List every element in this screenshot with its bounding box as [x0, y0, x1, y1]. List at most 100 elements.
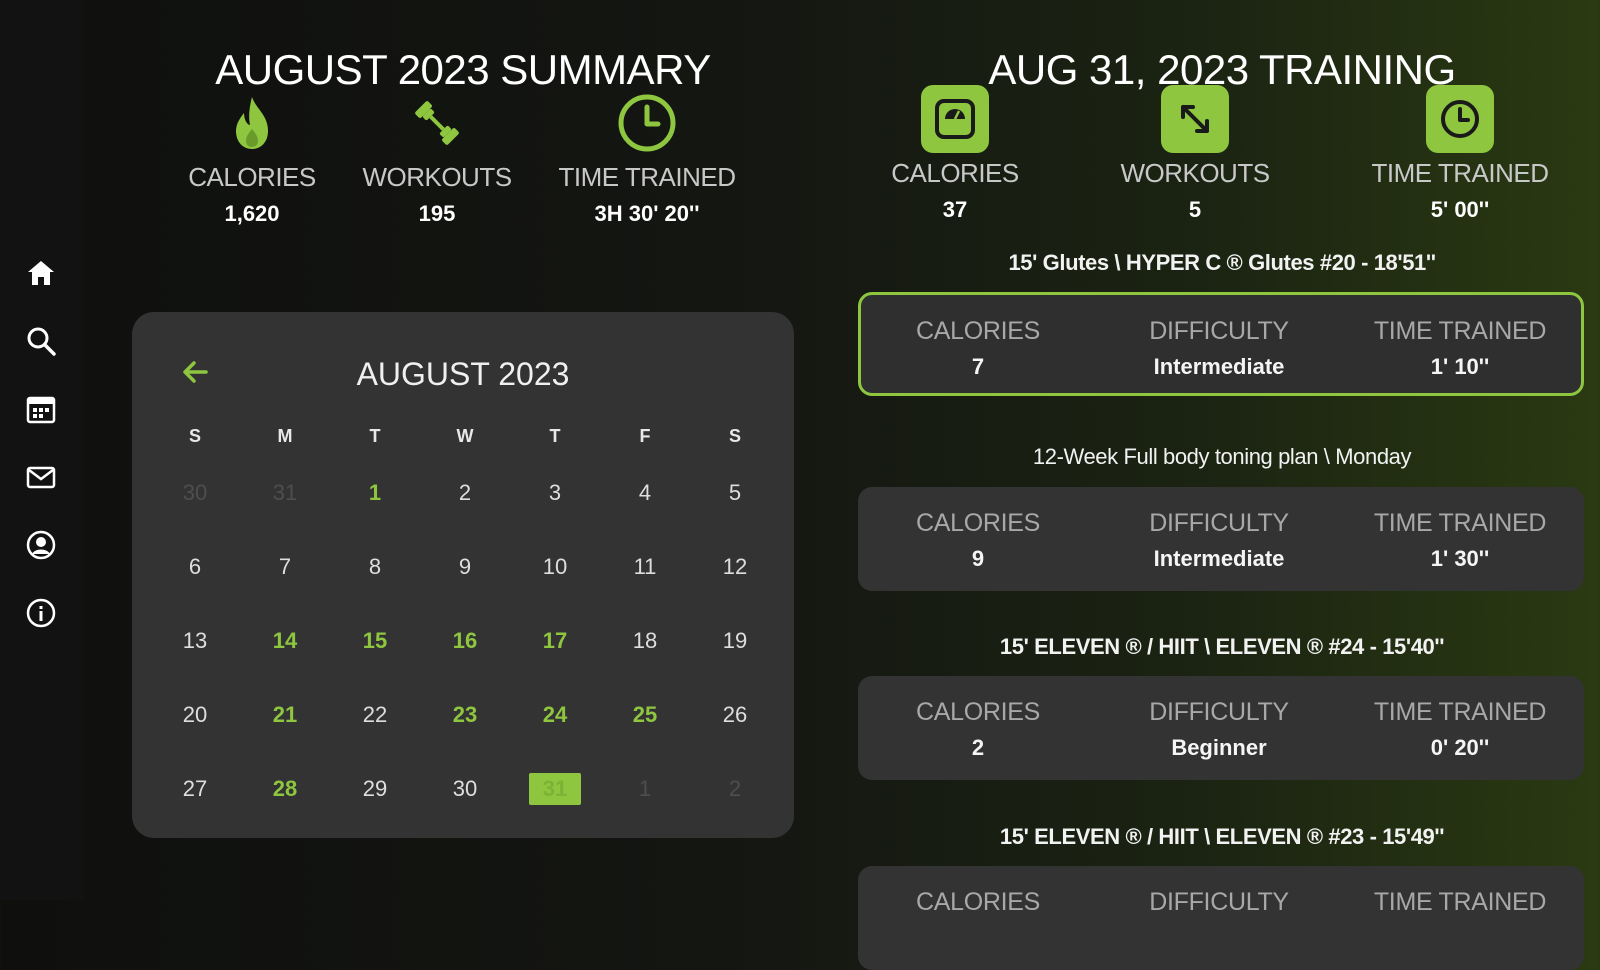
calendar-day-number: 14	[272, 628, 298, 653]
sidebar	[0, 0, 84, 900]
calendar-day-number: 28	[272, 776, 298, 801]
calendar-day[interactable]: 22	[330, 678, 420, 752]
session-card[interactable]: CALORIES DIFFICULTY TIME TRAINED	[858, 866, 1584, 970]
calendar-day[interactable]: 30	[420, 752, 510, 826]
calendar-day-number: 1	[638, 776, 652, 801]
calendar-day-number: 22	[362, 702, 388, 727]
calendar-day-selected[interactable]: 31	[510, 752, 600, 826]
calendar-day[interactable]: 28	[240, 752, 330, 826]
sidebar-item-search[interactable]	[22, 322, 60, 360]
session-difficulty-label: DIFFICULTY	[1149, 317, 1289, 345]
calendar-day[interactable]: 17	[510, 604, 600, 678]
session-difficulty: DIFFICULTY Intermediate	[1099, 509, 1339, 572]
calendar-month-label: AUGUST 2023	[356, 356, 570, 392]
calendar-day[interactable]: 21	[240, 678, 330, 752]
flame-icon	[236, 97, 268, 149]
session-calories-value: 2	[971, 735, 985, 760]
calendar-day-number: 27	[182, 776, 208, 801]
sidebar-item-calendar[interactable]	[22, 390, 60, 428]
weekday-label: T	[549, 425, 561, 446]
calendar-day[interactable]: 4	[600, 456, 690, 530]
calendar-day[interactable]: 1	[330, 456, 420, 530]
stat-value: 5' 00''	[1430, 197, 1490, 222]
calendar-day[interactable]: 27	[150, 752, 240, 826]
calendar-day-number: 8	[368, 554, 382, 579]
session-time-label: TIME TRAINED	[1373, 888, 1547, 916]
weekday-label: F	[639, 425, 651, 446]
calendar-day[interactable]: 12	[690, 530, 780, 604]
session-calories: CALORIES 7	[858, 317, 1098, 380]
stat-label: WORKOUTS	[362, 162, 512, 192]
session-time: TIME TRAINED 1' 10''	[1340, 317, 1580, 380]
calendar-day[interactable]: 25	[600, 678, 690, 752]
session-card[interactable]: CALORIES 7 DIFFICULTY Intermediate TIME …	[858, 292, 1584, 396]
session-title: 15' ELEVEN ® / HIIT \ ELEVEN ® #24 - 15'…	[999, 634, 1445, 659]
stat-label: CALORIES	[188, 162, 316, 192]
calendar-day[interactable]: 20	[150, 678, 240, 752]
calendar-day[interactable]: 6	[150, 530, 240, 604]
stat-value: 1,620	[224, 201, 280, 226]
calendar-day-number: 20	[182, 702, 208, 727]
session-difficulty-value: Intermediate	[1153, 354, 1285, 379]
calendar-day-number: 6	[188, 554, 202, 579]
calendar-day-number: 17	[542, 628, 568, 653]
calendar-day[interactable]: 5	[690, 456, 780, 530]
calendar-day-number: 9	[458, 554, 472, 579]
calendar-day[interactable]: 29	[330, 752, 420, 826]
stat-value: 3H 30' 20''	[594, 201, 700, 226]
calendar-day[interactable]: 16	[420, 604, 510, 678]
session-time-value: 1' 10''	[1430, 354, 1490, 379]
session-card[interactable]: CALORIES 9 DIFFICULTY Intermediate TIME …	[858, 487, 1584, 591]
dumbbell-icon	[415, 101, 459, 145]
calendar-day[interactable]: 24	[510, 678, 600, 752]
training-stat-calories: CALORIES 37	[855, 84, 1055, 223]
stat-value: 37	[942, 197, 968, 222]
calendar-day-number: 29	[362, 776, 388, 801]
calendar-day[interactable]: 19	[690, 604, 780, 678]
summary-stat-workouts: WORKOUTS 195	[337, 88, 537, 227]
calendar-day[interactable]: 2	[420, 456, 510, 530]
calendar-day-number: 18	[632, 628, 658, 653]
calendar-day-number: 13	[182, 628, 208, 653]
stat-value: 195	[418, 201, 456, 226]
weekday-label: S	[728, 425, 741, 446]
calendar-day[interactable]: 11	[600, 530, 690, 604]
training-stat-workouts: WORKOUTS 5	[1095, 84, 1295, 223]
calendar-day-number: 30	[452, 776, 478, 801]
scale-icon	[921, 85, 989, 153]
calendar-day-number: 2	[458, 480, 472, 505]
session-calories-label: CALORIES	[915, 888, 1041, 916]
session-calories: CALORIES	[858, 888, 1098, 917]
session-card[interactable]: CALORIES 2 DIFFICULTY Beginner TIME TRAI…	[858, 676, 1584, 780]
calendar-day[interactable]: 15	[330, 604, 420, 678]
session-time-label: TIME TRAINED	[1373, 509, 1547, 537]
session-time: TIME TRAINED 1' 30''	[1340, 509, 1580, 572]
calendar-day-number: 12	[722, 554, 748, 579]
calendar-day[interactable]: 14	[240, 604, 330, 678]
session-time: TIME TRAINED	[1340, 888, 1580, 917]
calendar-day[interactable]: 18	[600, 604, 690, 678]
calendar-day[interactable]: 3	[510, 456, 600, 530]
calendar-day[interactable]: 7	[240, 530, 330, 604]
calendar-day[interactable]: 23	[420, 678, 510, 752]
calendar-day-number: 4	[638, 480, 652, 505]
clock-icon	[1426, 85, 1494, 153]
calendar-day: 2	[690, 752, 780, 826]
sidebar-item-mail[interactable]	[22, 458, 60, 496]
calendar-day[interactable]: 9	[420, 530, 510, 604]
calendar-day[interactable]: 26	[690, 678, 780, 752]
calendar-card: AUGUST 2023 S M T W T F S 30 31 1 2 3 4 5 6 7 8 9 10 11 12 13…	[132, 312, 794, 838]
session-difficulty-value: Beginner	[1171, 735, 1267, 760]
calendar-day: 1	[600, 752, 690, 826]
calendar-day[interactable]: 8	[330, 530, 420, 604]
sidebar-item-home[interactable]	[22, 254, 60, 292]
calendar-day[interactable]: 13	[150, 604, 240, 678]
calendar-day-number: 19	[722, 628, 748, 653]
calendar-day[interactable]: 10	[510, 530, 600, 604]
stat-value: 5	[1188, 197, 1202, 222]
sidebar-item-profile[interactable]	[22, 526, 60, 564]
calendar-day-number: 26	[722, 702, 748, 727]
stat-label: WORKOUTS	[1120, 158, 1270, 188]
sidebar-item-info[interactable]	[22, 594, 60, 632]
calendar-day-number: 11	[633, 554, 657, 579]
